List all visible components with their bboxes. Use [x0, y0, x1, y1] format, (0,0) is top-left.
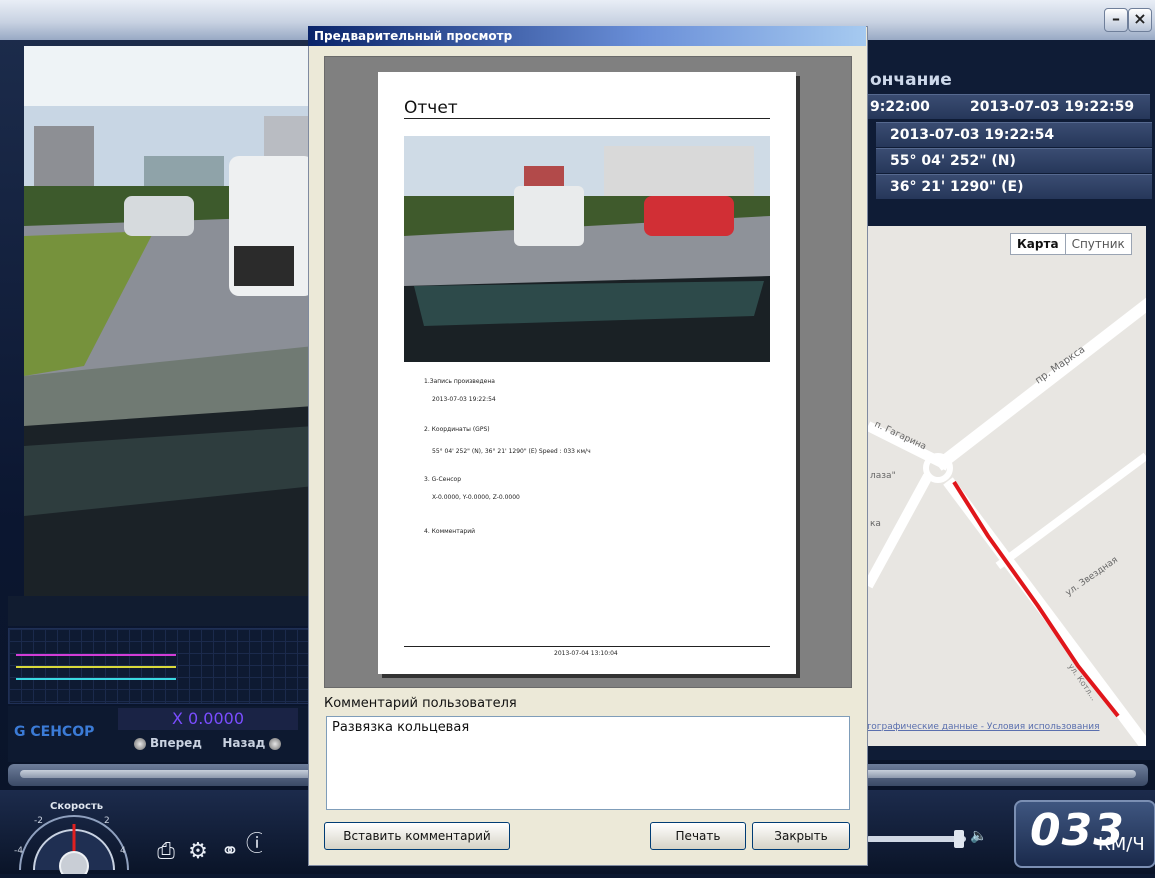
g-sensor-label: G СЕНСОР	[14, 724, 95, 740]
map-button[interactable]: Карта	[1011, 234, 1066, 254]
street-label: лаза"	[870, 471, 896, 481]
comment-text[interactable]: Развязка кольцевая	[332, 720, 469, 735]
report-line: 1.Запись произведена	[424, 378, 495, 385]
minimize-button[interactable]: –	[1104, 8, 1128, 32]
report-line: 2. Координаты (GPS)	[424, 426, 490, 433]
dialog-title: Предварительный просмотр	[314, 29, 513, 43]
gauge-tick: 2	[104, 816, 110, 826]
report-footer-rule	[404, 646, 770, 647]
gauge-tick: -4	[14, 846, 23, 856]
report-line: 4. Комментарий	[424, 528, 476, 535]
report-title-rule	[404, 118, 770, 119]
back-label: Назад	[222, 736, 266, 750]
insert-comment-button[interactable]: Вставить комментарий	[324, 822, 510, 850]
end-header: ончание	[870, 70, 952, 90]
map-view[interactable]: пр. Маркса п. Гагарина лаза" ка ул. Звез…	[868, 226, 1146, 746]
g-z-line	[16, 678, 176, 680]
direction-indicators: Вперед Назад	[130, 736, 285, 750]
timeline-strip[interactable]	[8, 596, 314, 626]
report-line: 2013-07-03 19:22:54	[432, 396, 496, 403]
g-x-line	[16, 654, 176, 656]
forward-label: Вперед	[150, 736, 202, 750]
g-y-line	[16, 666, 176, 668]
report-line: 55° 04' 252" (N), 36° 21' 1290" (E) Spee…	[432, 448, 591, 455]
back-led-icon	[269, 737, 282, 750]
dialog-title-bar: Предварительный просмотр	[308, 26, 866, 46]
g-x-value: X 0.0000	[118, 708, 298, 730]
volume-slider[interactable]	[866, 836, 966, 842]
comment-label: Комментарий пользователя	[324, 696, 517, 711]
report-title: Отчет	[404, 98, 458, 118]
speaker-icon[interactable]: 🔈	[970, 828, 987, 844]
info-row: 36° 21' 1290" (E)	[876, 174, 1152, 199]
record-time: 2013-07-03 19:22:54	[890, 127, 1055, 143]
report-footer-date: 2013-07-04 13:10:04	[554, 650, 618, 657]
volume-knob[interactable]	[954, 830, 964, 848]
start-time: 9:22:00	[870, 99, 930, 115]
info-row: 55° 04' 252" (N)	[876, 148, 1152, 173]
satellite-button[interactable]: Спутник	[1066, 234, 1131, 254]
info-row: 2013-07-03 19:22:54	[876, 122, 1152, 147]
end-time: 2013-07-03 19:22:59	[970, 99, 1135, 115]
gear-icon[interactable]: ⚙	[182, 839, 214, 864]
print-icon[interactable]: ⎙	[150, 839, 182, 864]
longitude: 36° 21' 1290" (E)	[890, 179, 1024, 195]
latitude: 55° 04' 252" (N)	[890, 153, 1016, 169]
gauge-tick: -2	[34, 816, 43, 826]
map-type-switch: Карта Спутник	[1010, 233, 1132, 255]
report-line: X-0.0000, Y-0.0000, Z-0.0000	[432, 494, 520, 501]
report-snapshot-image	[404, 136, 770, 362]
map-terms-links[interactable]: тографические данные - Условия использов…	[866, 722, 1099, 732]
speed-unit: КМ/Ч	[1098, 834, 1145, 855]
close-window-button[interactable]: ×	[1128, 8, 1152, 32]
toolbar-icons: ⎙ ⚙ ⚭ ⓘ	[150, 826, 262, 864]
video-view[interactable]	[24, 46, 314, 596]
close-button[interactable]: Закрыть	[752, 822, 850, 850]
video-frame	[24, 46, 314, 596]
tools-icon[interactable]: ⚭	[214, 839, 246, 864]
street-label: ка	[870, 519, 881, 529]
info-icon[interactable]: ⓘ	[246, 826, 262, 858]
map-drawing: пр. Маркса п. Гагарина лаза" ка ул. Звез…	[868, 226, 1146, 746]
report-line: 3. G-Сенсор	[424, 476, 462, 483]
print-button[interactable]: Печать	[650, 822, 746, 850]
forward-led-icon	[134, 737, 146, 750]
speed-gauge-label: Скорость	[50, 801, 104, 812]
info-row: 9:22:00 2013-07-03 19:22:59	[866, 94, 1150, 119]
gauge-tick: 4	[120, 846, 126, 856]
